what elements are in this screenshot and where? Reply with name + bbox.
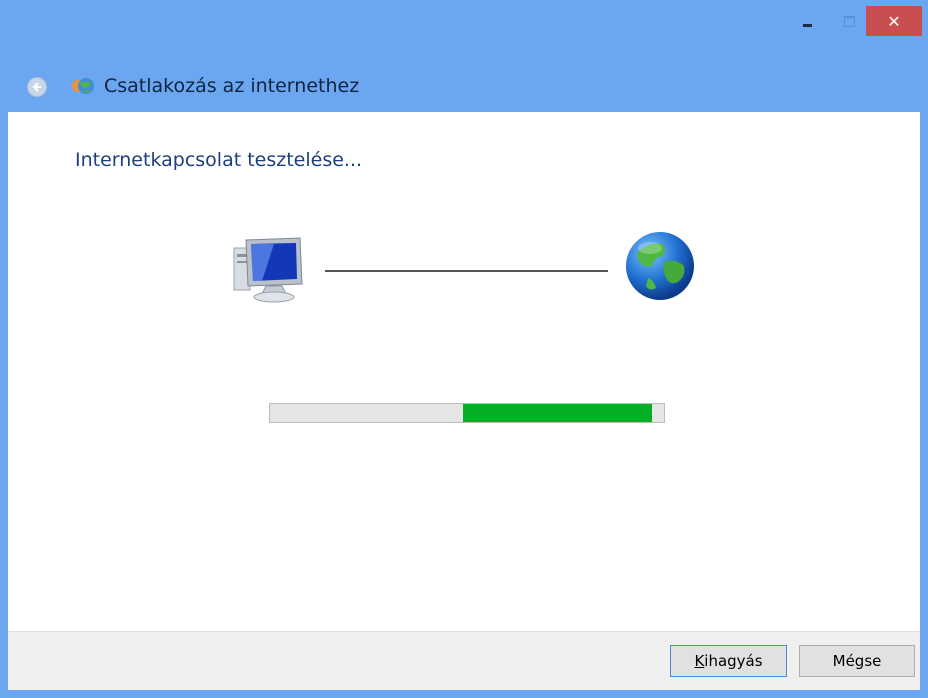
back-arrow-icon [32,82,41,92]
dialog-window: ✕ Csatlakozás az internethez Internetkap… [0,0,928,698]
minimize-icon [802,23,812,27]
minimize-button[interactable] [790,6,824,36]
maximize-button[interactable] [832,6,866,36]
close-icon: ✕ [887,11,901,31]
content-area: Internetkapcsolat tesztelése... [8,112,920,631]
wizard-title: Csatlakozás az internethez [104,75,360,97]
connection-line [325,270,608,272]
maximize-icon [843,15,855,27]
cancel-button[interactable]: Mégse [799,645,915,677]
skip-button[interactable]: Kihagyás [670,645,787,677]
back-button[interactable] [27,77,47,97]
network-wizard-icon [72,78,94,94]
skip-button-label: ihagyás [704,652,763,670]
skip-button-accesskey: K [694,652,705,670]
progress-bar-fill [463,404,653,422]
progress-bar [269,403,665,423]
globe-icon [626,232,694,300]
button-bar: Kihagyás Mégse [8,631,920,690]
page-heading: Internetkapcsolat tesztelése... [75,149,363,171]
navigation-bar: Csatlakozás az internethez [0,44,928,112]
close-button[interactable]: ✕ [866,6,922,36]
title-bar[interactable]: ✕ [0,0,928,44]
computer-icon [233,237,303,303]
